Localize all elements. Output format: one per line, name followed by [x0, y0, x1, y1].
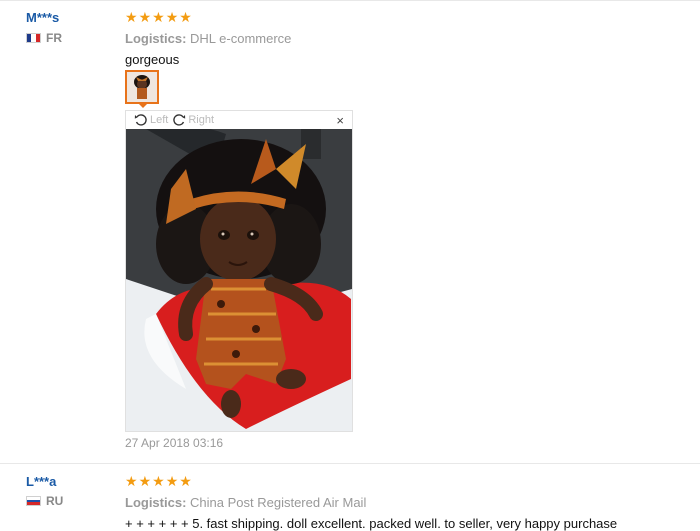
reviewer-country: RU [26, 494, 63, 508]
star-icon: ★ [152, 473, 165, 489]
review-photo [126, 129, 352, 431]
rotate-right-icon [173, 114, 186, 126]
star-icon: ★ [125, 473, 138, 489]
review-date: 27 Apr 2018 03:16 [125, 436, 224, 450]
star-icon: ★ [179, 473, 192, 489]
logistics-label: Logistics: [125, 31, 187, 46]
star-icon: ★ [179, 9, 192, 25]
review-comment: gorgeous [125, 52, 180, 67]
review-item: L***a RU ★ ★ ★ ★ ★ Logistics: China Post… [0, 463, 700, 531]
logistics-info: Logistics: DHL e-commerce [125, 31, 685, 46]
reviewer-name[interactable]: L***a [26, 474, 56, 489]
close-icon[interactable]: × [336, 113, 344, 128]
viewer-toolbar: Left Right × [126, 111, 352, 129]
flag-ru-icon [26, 496, 41, 506]
review-body: ★ ★ ★ ★ ★ Logistics: China Post Register… [125, 474, 685, 531]
review-photo-thumbnail[interactable] [125, 70, 159, 104]
star-rating: ★ ★ ★ ★ ★ [125, 474, 685, 488]
logistics-info: Logistics: China Post Registered Air Mai… [125, 495, 685, 510]
rotate-right-label: Right [188, 114, 215, 126]
photo-viewer: Left Right × [125, 110, 353, 432]
star-icon: ★ [165, 473, 179, 489]
logistics-label: Logistics: [125, 495, 187, 510]
rotate-left-icon [134, 114, 147, 126]
rotate-right-button[interactable]: Right [172, 113, 214, 127]
logistics-value: DHL e-commerce [190, 31, 292, 46]
star-icon: ★ [125, 9, 138, 25]
country-code: FR [46, 31, 62, 45]
review-body: ★ ★ ★ ★ ★ Logistics: DHL e-commerce gorg… [125, 10, 685, 67]
star-icon: ★ [138, 473, 152, 489]
flag-fr-icon [26, 33, 41, 43]
reviewer-country: FR [26, 31, 62, 45]
star-rating: ★ ★ ★ ★ ★ [125, 10, 685, 24]
review-item: M***s FR ★ ★ ★ ★ ★ Logistics: DHL e-comm… [0, 0, 700, 463]
rotate-left-label: Left [150, 114, 169, 126]
country-code: RU [46, 494, 64, 508]
star-icon: ★ [138, 9, 152, 25]
thumbnail-pointer [139, 104, 147, 108]
star-icon: ★ [165, 9, 179, 25]
rotate-left-button[interactable]: Left [134, 113, 168, 127]
reviewer-name[interactable]: M***s [26, 10, 59, 25]
star-icon: ★ [152, 9, 165, 25]
logistics-value: China Post Registered Air Mail [190, 495, 367, 510]
